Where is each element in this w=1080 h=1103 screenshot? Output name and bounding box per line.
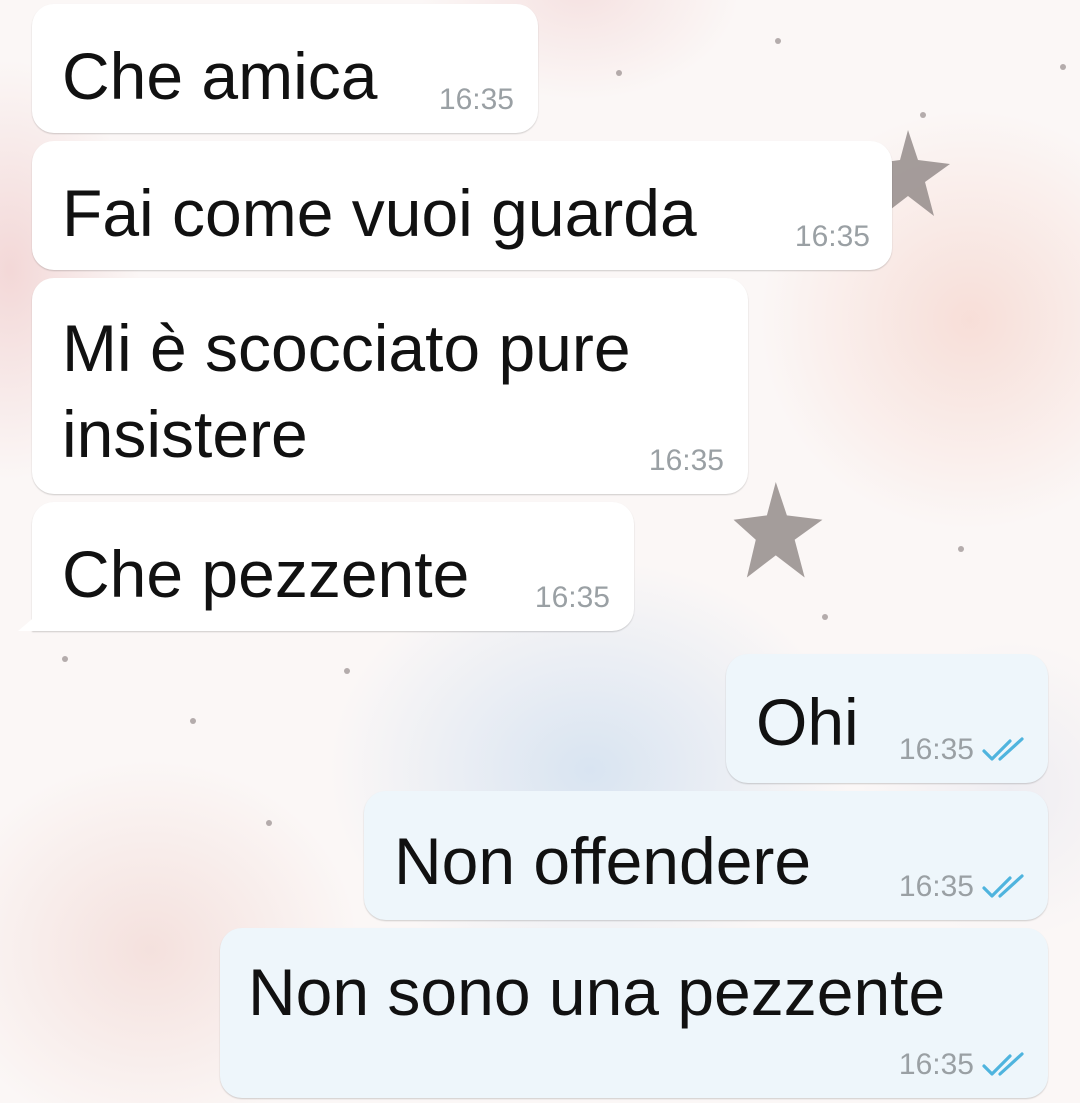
message-timestamp: 16:35 — [898, 1048, 974, 1081]
message-text: Che amica — [62, 39, 378, 113]
message-meta: 16:35 — [439, 83, 514, 117]
message-timestamp: 16:35 — [898, 733, 974, 766]
message-text-line: insistere — [62, 397, 308, 471]
message-timestamp: 16:35 — [794, 220, 870, 253]
message-timestamp: 16:35 — [534, 581, 610, 614]
message-text: Non offendere — [394, 824, 812, 898]
message-text: Non sono una pezzente — [248, 955, 946, 1029]
outgoing-message[interactable]: Non sono una pezzente 16:35 — [220, 928, 1048, 1098]
message-meta: 16:35 — [795, 220, 870, 254]
message-text: Che pezzente — [62, 537, 470, 611]
message-meta: 16:35 — [535, 581, 610, 615]
incoming-message[interactable]: Che pezzente 16:35 — [18, 502, 634, 631]
message-meta: 16:35 — [899, 870, 1028, 904]
message-timestamp: 16:35 — [898, 870, 974, 903]
incoming-message[interactable]: Fai come vuoi guarda 16:35 — [32, 141, 892, 270]
message-text: Ohi — [756, 685, 859, 759]
message-meta: 16:35 — [899, 1048, 1028, 1082]
incoming-message[interactable]: Che amica 16:35 — [32, 4, 538, 133]
message-text: Fai come vuoi guarda — [62, 176, 697, 250]
double-check-icon — [982, 874, 1024, 898]
double-check-icon — [982, 1052, 1024, 1076]
star-icon — [733, 482, 823, 578]
incoming-message[interactable]: Mi è scocciato pure insistere 16:35 — [32, 278, 748, 494]
message-timestamp: 16:35 — [438, 83, 514, 116]
message-text-line: Mi è scocciato pure — [62, 311, 631, 385]
outgoing-message[interactable]: Non offendere 16:35 — [364, 791, 1048, 920]
message-timestamp: 16:35 — [648, 444, 724, 477]
message-meta: 16:35 — [899, 733, 1028, 767]
outgoing-message[interactable]: Ohi 16:35 — [726, 654, 1048, 783]
double-check-icon — [982, 737, 1024, 761]
message-meta: 16:35 — [649, 444, 724, 478]
